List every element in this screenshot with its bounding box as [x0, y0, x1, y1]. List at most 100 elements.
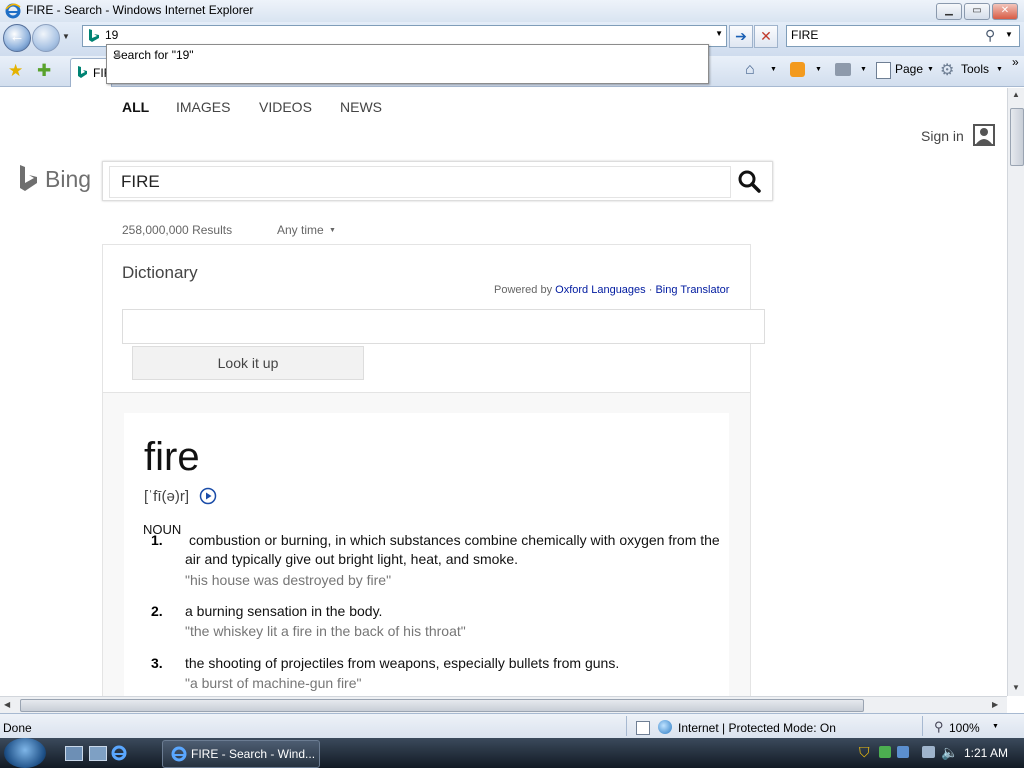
- vertical-scroll-thumb[interactable]: [1010, 108, 1024, 166]
- definition-2: 2. a burning sensation in the body. "the…: [151, 602, 711, 642]
- ie-quicklaunch-icon[interactable]: [111, 745, 127, 761]
- vertical-scrollbar[interactable]: ▲ ▼: [1007, 88, 1024, 696]
- search-box[interactable]: ⚲ ▼: [786, 25, 1020, 47]
- tray-app-icon[interactable]: [897, 746, 909, 758]
- dictionary-lookup-input[interactable]: [122, 309, 765, 344]
- page-icon: [876, 62, 891, 79]
- status-divider: [922, 716, 923, 736]
- print-dropdown-icon[interactable]: ▼: [860, 66, 867, 73]
- scroll-up-icon[interactable]: ▲: [1012, 90, 1020, 99]
- bing-favicon-icon: [89, 29, 99, 42]
- search-icon[interactable]: ⚲: [985, 27, 995, 44]
- network-icon[interactable]: [922, 746, 935, 758]
- status-text: Done: [3, 721, 32, 735]
- bing-search-input[interactable]: FIRE: [109, 166, 731, 198]
- pronunciation: [ˈfī(ə)r]: [144, 488, 189, 505]
- bing-translator-link[interactable]: Bing Translator: [655, 284, 729, 296]
- clock[interactable]: 1:21 AM: [964, 746, 1008, 760]
- go-button[interactable]: ➔: [729, 25, 753, 48]
- definition-text: combustion or burning, in which substanc…: [185, 532, 720, 567]
- print-icon[interactable]: [835, 63, 851, 76]
- tab-favicon-icon: [78, 66, 87, 78]
- sign-in-link[interactable]: Sign in: [921, 128, 964, 144]
- taskbar-ie-window[interactable]: FIRE - Search - Wind...: [162, 740, 320, 768]
- time-filter-dropdown-icon[interactable]: ▼: [329, 227, 336, 234]
- page-menu[interactable]: Page: [895, 62, 923, 76]
- definition-text: a burning sensation in the body.: [185, 603, 383, 619]
- headword: fire: [144, 435, 200, 479]
- status-bar: Done Internet | Protected Mode: On ⚲ 100…: [0, 713, 1024, 739]
- play-audio-icon[interactable]: [199, 487, 217, 505]
- tools-menu[interactable]: Tools: [961, 62, 989, 76]
- definition-number: 1.: [151, 532, 163, 548]
- bing-logo-text[interactable]: Bing: [45, 166, 91, 193]
- nav-images[interactable]: IMAGES: [176, 99, 230, 115]
- protected-mode-icon: [636, 721, 650, 735]
- gear-icon: ⚙: [940, 62, 955, 79]
- tools-dropdown-icon[interactable]: ▼: [996, 66, 1003, 73]
- feeds-dropdown-icon[interactable]: ▼: [815, 66, 822, 73]
- horizontal-scroll-thumb[interactable]: [20, 699, 864, 712]
- scroll-right-icon[interactable]: ▶: [992, 700, 998, 709]
- window-title: FIRE - Search - Windows Internet Explore…: [26, 3, 254, 17]
- search-input[interactable]: [791, 27, 981, 43]
- volume-muted-icon[interactable]: 🔈: [941, 744, 958, 761]
- security-warning-icon[interactable]: ⛉: [859, 744, 870, 761]
- start-button[interactable]: [4, 738, 46, 768]
- definition-3: 3. the shooting of projectiles from weap…: [151, 654, 711, 694]
- definition-number: 2.: [151, 603, 163, 619]
- address-input[interactable]: [105, 27, 705, 43]
- results-count: 258,000,000 Results: [122, 223, 233, 237]
- oxford-languages-link[interactable]: Oxford Languages: [555, 284, 646, 296]
- forward-button[interactable]: [32, 24, 60, 52]
- definition-panel: fire [ˈfī(ə)r] NOUN 1. combustion or bur…: [124, 413, 729, 696]
- nav-videos[interactable]: VIDEOS: [259, 99, 312, 115]
- definition-example: "the whiskey lit a fire in the back of h…: [185, 623, 466, 639]
- separator-dot: ·: [648, 284, 653, 296]
- home-dropdown-icon[interactable]: ▼: [770, 66, 777, 73]
- ie-taskbar-icon: [171, 746, 187, 762]
- nav-news[interactable]: NEWS: [340, 99, 382, 115]
- globe-icon: [658, 720, 672, 734]
- switch-windows-icon[interactable]: [89, 746, 107, 761]
- home-icon[interactable]: ⌂: [745, 61, 755, 79]
- look-it-up-button[interactable]: Look it up: [132, 346, 364, 380]
- horizontal-scrollbar[interactable]: ◀ ▶: [0, 696, 1007, 714]
- security-zone[interactable]: Internet | Protected Mode: On: [678, 721, 836, 735]
- nav-all[interactable]: ALL: [122, 99, 149, 115]
- address-autocomplete[interactable]: Search for "19" ◢: [106, 44, 709, 84]
- scroll-left-icon[interactable]: ◀: [4, 700, 10, 709]
- bing-search-box[interactable]: FIRE: [102, 161, 773, 201]
- definition-number: 3.: [151, 655, 163, 671]
- dictionary-card: Dictionary Powered by Oxford Languages ·…: [102, 244, 765, 696]
- show-desktop-icon[interactable]: [65, 746, 83, 761]
- maximize-button[interactable]: ▭: [964, 3, 990, 20]
- stop-button[interactable]: ✕: [754, 25, 778, 48]
- zoom-level[interactable]: 100%: [949, 721, 980, 735]
- user-avatar-icon[interactable]: [973, 124, 995, 146]
- powered-by: Powered by Oxford Languages · Bing Trans…: [494, 284, 729, 296]
- scroll-down-icon[interactable]: ▼: [1012, 683, 1020, 692]
- powered-by-label: Powered by: [494, 284, 553, 296]
- tray-app-icon[interactable]: [879, 746, 891, 758]
- favorites-star-icon[interactable]: ★: [8, 61, 23, 81]
- definition-example: "his house was destroyed by fire": [185, 572, 392, 588]
- feeds-icon[interactable]: [790, 62, 805, 77]
- resize-grip-icon[interactable]: ◢: [113, 48, 706, 82]
- ie-logo-icon: [5, 3, 21, 19]
- back-button[interactable]: ←: [3, 24, 31, 52]
- time-filter[interactable]: Any time: [277, 223, 324, 237]
- more-commands-chevron-icon[interactable]: »: [1012, 55, 1019, 69]
- zoom-dropdown-icon[interactable]: ▼: [992, 723, 999, 730]
- dictionary-title: Dictionary: [122, 263, 198, 282]
- zoom-icon: ⚲: [934, 719, 944, 734]
- address-dropdown-icon[interactable]: ▼: [715, 29, 723, 38]
- page-dropdown-icon[interactable]: ▼: [927, 66, 934, 73]
- close-window-button[interactable]: ✕: [992, 3, 1018, 20]
- search-magnifier-icon[interactable]: [737, 169, 761, 193]
- bing-logo-icon[interactable]: [18, 164, 40, 192]
- history-dropdown-icon[interactable]: ▼: [62, 32, 70, 41]
- add-favorites-icon[interactable]: ✚: [37, 61, 51, 81]
- search-dropdown-icon[interactable]: ▼: [1005, 30, 1013, 39]
- minimize-button[interactable]: ▁: [936, 3, 962, 20]
